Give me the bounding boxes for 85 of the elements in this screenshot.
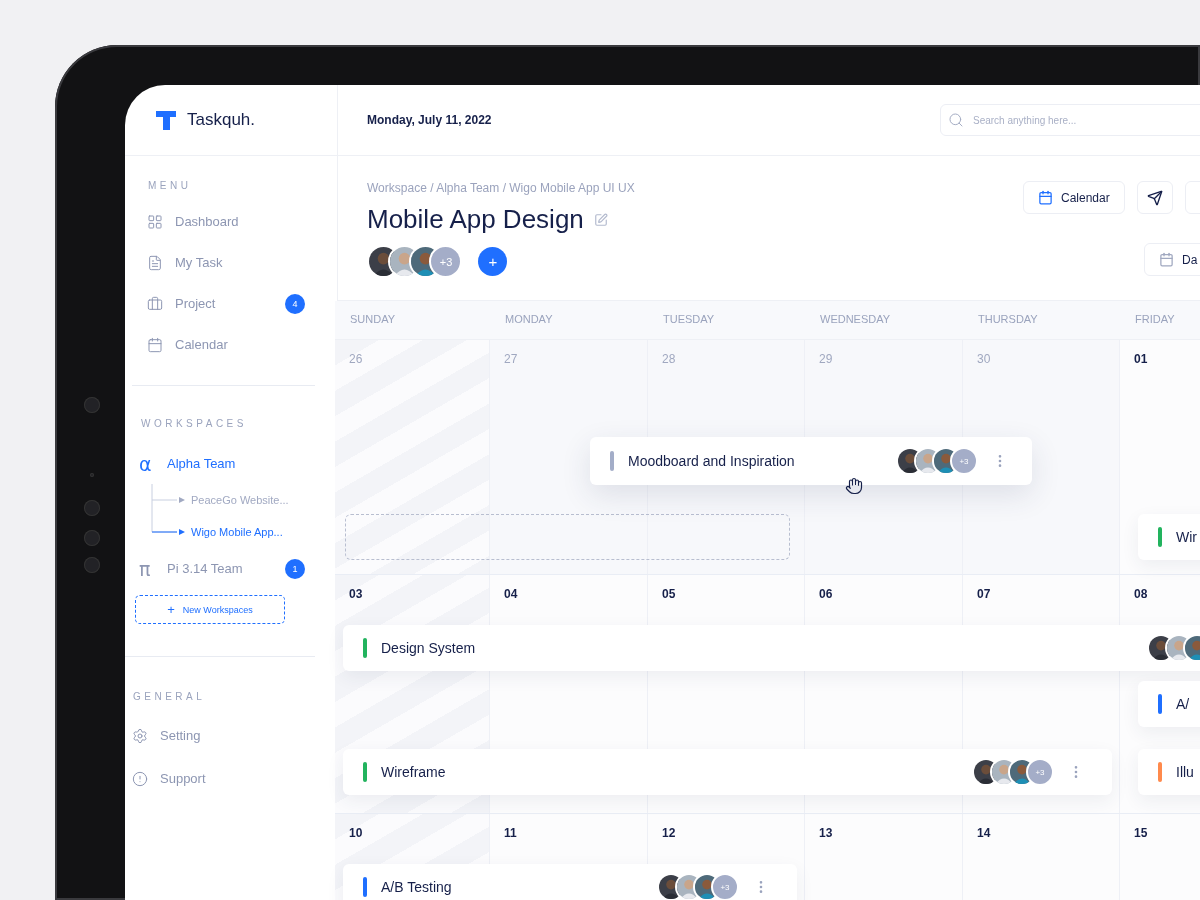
- breadcrumb: Workspace / Alpha Team / Wigo Mobile App UI UX: [367, 181, 636, 195]
- menu-item[interactable]: Dashboard: [125, 201, 337, 242]
- more-members: +3: [429, 245, 463, 278]
- day-number: 03: [349, 587, 363, 601]
- event-card[interactable]: A/B Testing +3: [343, 864, 797, 900]
- new-workspace-button[interactable]: + New Workspaces: [135, 595, 285, 624]
- day-number: 14: [977, 826, 991, 840]
- event-title: Illu: [1176, 764, 1195, 780]
- menu-item[interactable]: Setting: [125, 714, 337, 757]
- weekday-label: THURSDAY: [977, 312, 1039, 327]
- edit-icon[interactable]: [593, 212, 608, 227]
- menu-item[interactable]: Support: [125, 757, 337, 800]
- calendar-button[interactable]: Calendar: [1023, 181, 1125, 214]
- event-card[interactable]: Wireframe +3: [343, 749, 1112, 795]
- more-members: +3: [1026, 758, 1054, 786]
- weekday-label: FRIDAY: [1134, 312, 1176, 327]
- camera-dot: [84, 557, 100, 573]
- send-icon: [1146, 189, 1163, 206]
- event-card[interactable]: Design System: [343, 625, 1200, 671]
- day-number: 06: [819, 587, 833, 601]
- event-title: Moodboard and Inspiration: [628, 453, 796, 469]
- camera-dot: [84, 500, 100, 516]
- day-number: 01: [1134, 352, 1148, 366]
- pointer-icon: [179, 497, 185, 503]
- day-number: 27: [504, 352, 518, 366]
- send-button[interactable]: [1136, 181, 1173, 214]
- day-number: 30: [977, 352, 991, 366]
- camera-dot: [84, 530, 100, 546]
- count-badge: 4: [285, 293, 305, 314]
- event-title: A/B Testing: [381, 879, 453, 895]
- workspace-symbol: α: [139, 452, 153, 475]
- page-title: Mobile App Design: [367, 204, 584, 235]
- view-button[interactable]: Da: [1144, 243, 1200, 276]
- calendar-icon: [1038, 190, 1053, 205]
- day-number: 26: [349, 352, 363, 366]
- event-card[interactable]: Moodboard and Inspiration +3: [590, 437, 1032, 485]
- menu-item[interactable]: My Task: [125, 242, 337, 283]
- search-icon: [948, 112, 964, 128]
- menu-item[interactable]: Calendar: [125, 324, 337, 365]
- workspace-item[interactable]: π Pi 3.14 Team 1: [125, 548, 337, 589]
- day-number: 13: [819, 826, 833, 840]
- more-members: +3: [950, 447, 978, 475]
- day-number: 28: [662, 352, 676, 366]
- section-heading: WORKSPACES: [140, 418, 248, 429]
- menu-item[interactable]: Project 4: [125, 283, 337, 324]
- document-icon: [147, 254, 163, 271]
- day-number: 04: [504, 587, 518, 601]
- day-number: 05: [662, 587, 676, 601]
- logo-icon: [155, 109, 177, 131]
- section-heading: MENU: [147, 180, 193, 191]
- search-field[interactable]: Search anything here...: [940, 104, 1200, 136]
- pointer-icon: [179, 529, 185, 535]
- weekday-label: SUNDAY: [349, 312, 397, 327]
- camera-dot: [84, 397, 100, 413]
- weekday-label: TUESDAY: [662, 312, 716, 327]
- day-number: 07: [977, 587, 991, 601]
- day-number: 29: [819, 352, 833, 366]
- event-card[interactable]: Wir: [1138, 514, 1200, 560]
- section-heading: GENERAL: [132, 691, 207, 702]
- add-member-button[interactable]: +: [478, 247, 508, 276]
- settings-icon: [132, 727, 148, 744]
- weekday-label: WEDNESDAY: [819, 312, 892, 327]
- day-number: 08: [1134, 587, 1148, 601]
- day-number: 10: [349, 826, 363, 840]
- calendar-icon: [1159, 252, 1174, 267]
- calendar-icon: [147, 336, 163, 353]
- workspace-symbol: π: [139, 557, 152, 580]
- day-number: 15: [1134, 826, 1148, 840]
- weekday-label: MONDAY: [504, 312, 554, 327]
- event-title: A/: [1176, 696, 1191, 712]
- more-members: +3: [711, 873, 739, 900]
- grab-cursor-icon: [845, 477, 863, 495]
- day-number: 11: [504, 826, 517, 840]
- event-title: Design System: [381, 640, 477, 656]
- event-card[interactable]: A/: [1138, 681, 1200, 727]
- current-date: Monday, July 11, 2022: [367, 113, 493, 127]
- count-badge: 1: [285, 558, 305, 579]
- brand-name: Taskquh.: [187, 110, 256, 130]
- event-title: Wireframe: [381, 764, 447, 780]
- alert-circle-icon: [132, 770, 148, 787]
- event-title: Wir: [1176, 529, 1198, 545]
- dashboard-icon: [147, 213, 163, 230]
- day-number: 12: [662, 826, 676, 840]
- event-card[interactable]: Illu: [1138, 749, 1200, 795]
- briefcase-icon: [147, 295, 163, 312]
